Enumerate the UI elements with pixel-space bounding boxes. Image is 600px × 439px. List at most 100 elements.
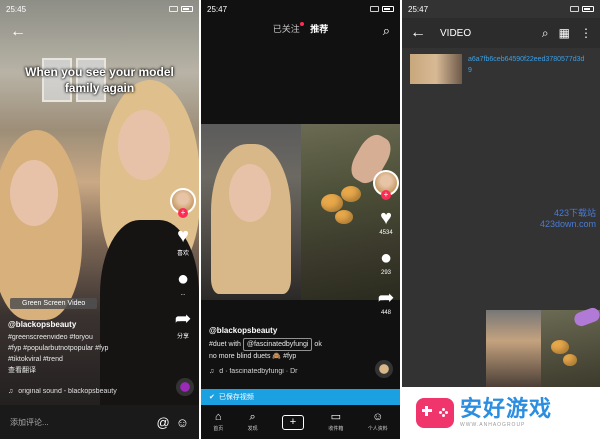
preview-right [541,305,600,387]
battery-icon [181,6,193,12]
mushroom [563,354,577,366]
save-toast: ✔ 已保存视频 [201,389,400,405]
side-actions: + ♥ 喜欢 ● ... ➦ 分享 [170,188,196,340]
brand-banner: 安好游戏 WWW.ANHAOGROUP [402,387,600,439]
save-toast-text: 已保存视频 [218,394,254,401]
comment-bar: 添加评论... @ ☺ [0,405,199,439]
desc-suffix: ok [314,341,322,348]
nav-add[interactable]: + [281,414,304,430]
creator-username[interactable]: @blackopsbeauty [8,320,76,329]
more-vert-icon[interactable]: ⋮ [580,26,592,40]
person-left [0,130,82,320]
watermark-top: 423下载站 [553,208,596,218]
share-count: 448 [380,310,391,316]
status-icons [370,6,394,12]
grid-view-icon[interactable]: ▦ [559,26,570,40]
desc-prefix: #duet with [209,341,241,348]
mention-icon[interactable]: @ [157,415,170,430]
creator-avatar[interactable]: + [170,188,196,218]
like-label: 喜欢 [176,251,189,257]
music-disc-icon[interactable] [176,378,194,396]
status-icons [570,6,594,12]
search-icon[interactable]: ⌕ [542,26,549,41]
nav-inbox[interactable]: ▭ 收件箱 [328,412,344,433]
preview-left [486,310,541,387]
desc-line[interactable]: #tiktokviral #trend [8,354,158,365]
creator-avatar[interactable]: + [373,170,399,200]
status-bar: 25:47 [402,0,600,18]
signal-icon [570,6,579,12]
duet-chip[interactable]: @fascinatedbyfungi [242,338,313,351]
status-time: 25:45 [6,4,27,14]
translate-link[interactable]: 查看翻译 [8,365,158,376]
video-description: #greenscreenvideo #foryou #fyp #popularb… [8,332,158,376]
nav-discover[interactable]: ⌕ 发现 [248,411,258,433]
gamepad-logo-icon [416,398,454,428]
status-bar: 25:47 [201,0,400,18]
duet-left-video[interactable] [201,124,301,300]
video-thumbnail [410,54,462,84]
heart-icon[interactable]: ♥ [380,208,392,228]
comment-icon[interactable]: ● [177,269,189,289]
music-note-icon: ♫ [8,388,14,395]
music-row[interactable]: ♫ d · fascinatedbyfungi · Dr [209,368,297,375]
comment-label: ... [180,291,186,297]
music-disc-icon[interactable] [375,360,393,378]
signal-icon [169,6,178,12]
mushroom [551,340,569,354]
signal-icon [370,6,379,12]
nav-label: 首页 [213,426,224,432]
discover-icon: ⌕ [249,411,256,423]
mushroom [341,186,361,202]
status-bar: 25:45 [0,0,199,18]
music-title: original sound - blackopsbeauty [18,388,117,395]
music-row[interactable]: ♫ original sound - blackopsbeauty [8,388,117,395]
comment-icon[interactable]: ● [380,248,392,268]
back-arrow-icon[interactable]: ← [410,24,426,42]
mushroom [335,210,353,224]
face [229,164,271,222]
share-icon[interactable]: ➦ [378,288,395,308]
music-note-icon: ♫ [209,368,215,375]
folder-title: VIDEO [440,27,472,39]
new-dot [299,22,304,26]
video-caption: When you see your model family again [25,65,174,96]
profile-icon: ☺ [372,411,384,423]
add-icon: + [281,414,304,430]
tiktok-video-panel: 25:45 ← When you see your model family a… [0,0,199,439]
share-icon[interactable]: ➦ [175,309,192,329]
desc-line[interactable]: #greenscreenvideo #foryou [8,332,158,343]
watermark: 423下载站 423down.com [540,208,596,230]
file-item[interactable]: a6a7fb6ceb64590f22eed3780577d3d9 [410,54,588,84]
tiktok-duet-panel: 25:47 已关注 推荐 ⌕ + ♥ 4534 ● 293 ➦ 448 @bla… [201,0,400,439]
follow-plus-icon[interactable]: + [178,208,188,218]
green-screen-tag[interactable]: Green Screen Video [10,298,98,309]
finger [572,305,600,329]
heart-icon[interactable]: ♥ [177,226,189,246]
follow-plus-icon[interactable]: + [381,190,391,200]
creator-username[interactable]: @blackopsbeauty [209,326,277,335]
emoji-icon[interactable]: ☺ [176,415,189,430]
share-label: 分享 [176,334,189,340]
app-bar: ← VIDEO ⌕ ▦ ⋮ [402,18,600,48]
battery-icon [582,6,594,12]
nav-profile[interactable]: ☺ 个人资料 [367,411,388,433]
tab-following[interactable]: 已关注 [273,24,300,34]
status-time: 25:47 [207,4,228,14]
comment-input[interactable]: 添加评论... [10,417,151,428]
check-icon: ✔ [209,394,215,401]
brand-url: WWW.ANHAOGROUP [460,422,526,428]
video-description: #duet with @fascinatedbyfungi ok no more… [209,338,369,362]
comment-count: 293 [380,270,391,276]
nav-label: 个人资料 [367,426,388,432]
nav-label: 收件箱 [328,426,344,432]
back-arrow-icon[interactable]: ← [10,24,26,40]
desc-line[interactable]: #fyp #popularbutnotpopular #fyp [8,343,158,354]
nav-home[interactable]: ⌂ 首页 [213,412,224,433]
face-left [10,160,58,226]
tab-recommended[interactable]: 推荐 [310,24,328,34]
bottom-nav: ⌂ 首页 ⌕ 发现 + ▭ 收件箱 ☺ 个人资料 [201,405,400,439]
search-icon[interactable]: ⌕ [383,24,390,37]
video-preview[interactable] [486,305,600,387]
status-icons [169,6,193,12]
